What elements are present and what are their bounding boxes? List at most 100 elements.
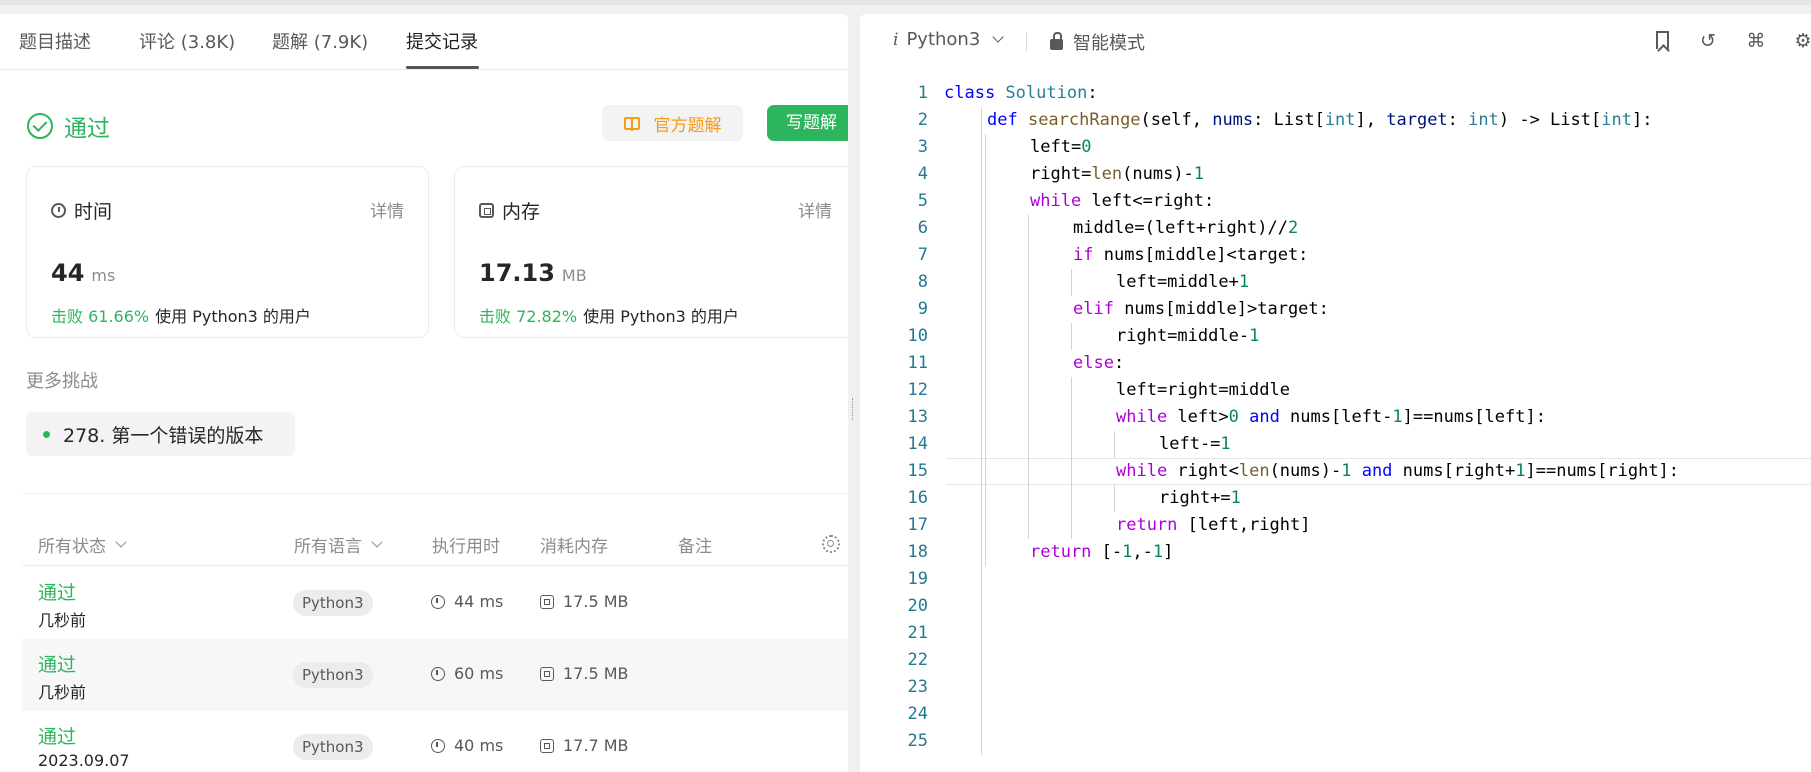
table-row[interactable]: 通过 几秒前 Python3 44 ms 17.5 MB bbox=[22, 567, 848, 639]
tab-bar: 题目描述 评论 (3.8K) 题解 (7.9K) 提交记录 bbox=[0, 14, 848, 70]
memory-header: 消耗内存 bbox=[540, 537, 608, 557]
row-runtime: 44 ms bbox=[431, 592, 503, 611]
code-line[interactable]: 1 class Solution: bbox=[860, 80, 1811, 107]
reset-icon[interactable]: ↺ bbox=[1698, 31, 1718, 51]
editor-toolbar: i Python3 智能模式 ↺ ⌘ ⚙ bbox=[860, 14, 1811, 68]
chip-icon bbox=[540, 666, 554, 681]
drag-handle-icon[interactable] bbox=[852, 398, 855, 420]
code-text: right+=1 bbox=[1159, 488, 1241, 508]
chip-icon bbox=[540, 594, 554, 609]
code-text: elif nums[middle]>target: bbox=[1073, 299, 1329, 319]
code-line[interactable]: 24 bbox=[860, 701, 1811, 728]
memory-detail-link[interactable]: 详情 bbox=[798, 197, 832, 222]
language-filter-label: 所有语言 bbox=[294, 537, 362, 557]
code-line[interactable]: 21 bbox=[860, 620, 1811, 647]
code-line[interactable]: 5 while left<=right: bbox=[860, 188, 1811, 215]
runtime-detail-link[interactable]: 详情 bbox=[370, 197, 404, 222]
indent-guide bbox=[1071, 269, 1072, 296]
row-language-badge: Python3 bbox=[293, 590, 373, 616]
code-text: return [left,right] bbox=[1116, 515, 1311, 535]
submissions-table-header: 所有状态 所有语言 执行用时 消耗内存 备注 bbox=[22, 524, 848, 566]
code-text: while left<=right: bbox=[1030, 191, 1215, 211]
row-runtime: 60 ms bbox=[431, 664, 503, 683]
code-line[interactable]: 13 while left>0 and nums[left-1]==nums[le… bbox=[860, 404, 1811, 431]
code-line[interactable]: 16 right+=1 bbox=[860, 485, 1811, 512]
language-filter[interactable]: 所有语言 bbox=[294, 532, 383, 557]
code-line[interactable]: 18 return [-1,-1] bbox=[860, 539, 1811, 566]
runtime-beat-suffix: 使用 Python3 的用户 bbox=[155, 307, 311, 326]
settings-gear-icon[interactable]: ⚙ bbox=[1793, 31, 1811, 51]
code-line[interactable]: 11 else: bbox=[860, 350, 1811, 377]
code-line[interactable]: 23 bbox=[860, 674, 1811, 701]
line-number: 13 bbox=[907, 407, 928, 427]
row-runtime-value: 40 ms bbox=[454, 736, 504, 755]
code-line[interactable]: 12 left=right=middle bbox=[860, 377, 1811, 404]
status-filter-label: 所有状态 bbox=[38, 537, 106, 557]
line-number: 14 bbox=[907, 434, 928, 454]
code-line[interactable]: 6 middle=(left+right)//2 bbox=[860, 215, 1811, 242]
tab-description[interactable]: 题目描述 bbox=[19, 28, 91, 54]
row-status[interactable]: 通过 bbox=[38, 650, 76, 677]
code-line[interactable]: 25 bbox=[860, 728, 1811, 755]
row-language-badge: Python3 bbox=[293, 662, 373, 688]
official-solution-button[interactable]: 官方题解 bbox=[602, 105, 743, 141]
indent-guide bbox=[1114, 431, 1115, 458]
line-number: 25 bbox=[907, 731, 928, 751]
code-line[interactable]: 8 left=middle+1 bbox=[860, 269, 1811, 296]
runtime-title: 时间 bbox=[51, 197, 112, 224]
code-text: while right<len(nums)-1 and nums[right+1… bbox=[1116, 461, 1680, 481]
code-text: left=middle+1 bbox=[1116, 272, 1250, 292]
code-line[interactable]: 19 bbox=[860, 566, 1811, 593]
gear-icon[interactable] bbox=[822, 535, 840, 553]
code-text: while left>0 and nums[left-1]==nums[left… bbox=[1116, 407, 1546, 427]
write-solution-button[interactable]: 写题解 bbox=[767, 105, 848, 141]
tab-comments[interactable]: 评论 (3.8K) bbox=[139, 28, 235, 54]
row-status[interactable]: 通过 bbox=[38, 578, 76, 605]
tab-solutions[interactable]: 题解 (7.9K) bbox=[272, 28, 368, 54]
line-number: 8 bbox=[917, 272, 928, 292]
code-line[interactable]: 10 right=middle-1 bbox=[860, 323, 1811, 350]
row-time: 几秒前 bbox=[38, 611, 87, 630]
smart-mode-toggle[interactable]: 智能模式 bbox=[1050, 29, 1145, 55]
code-line[interactable]: 4 right=len(nums)-1 bbox=[860, 161, 1811, 188]
chevron-down-icon bbox=[115, 536, 127, 548]
code-line[interactable]: 2 def searchRange(self, nums: List[int], … bbox=[860, 107, 1811, 134]
active-tab-indicator bbox=[406, 66, 479, 69]
line-number: 7 bbox=[917, 245, 928, 265]
runtime-number: 44 bbox=[51, 259, 85, 287]
line-number: 1 bbox=[917, 83, 928, 103]
row-status[interactable]: 通过 bbox=[38, 722, 76, 749]
code-line[interactable]: 3 left=0 bbox=[860, 134, 1811, 161]
line-number: 3 bbox=[917, 137, 928, 157]
challenge-item[interactable]: 278. 第一个错误的版本 bbox=[26, 412, 295, 456]
more-challenges-title: 更多挑战 bbox=[26, 371, 98, 392]
row-memory-value: 17.7 MB bbox=[563, 736, 629, 755]
table-row[interactable]: 通过 2023.09.07 Python3 40 ms 17.7 MB bbox=[22, 711, 848, 772]
code-line[interactable]: 7 if nums[middle]<target: bbox=[860, 242, 1811, 269]
code-line[interactable]: 15 while right<len(nums)-1 and nums[right… bbox=[860, 458, 1811, 485]
bookmark-icon bbox=[1655, 31, 1669, 49]
code-text: else: bbox=[1073, 353, 1125, 373]
line-number: 16 bbox=[907, 488, 928, 508]
tab-submissions[interactable]: 提交记录 bbox=[406, 28, 478, 54]
runtime-title-text: 时间 bbox=[74, 201, 113, 223]
code-line[interactable]: 17 return [left,right] bbox=[860, 512, 1811, 539]
code-text: class Solution: bbox=[944, 83, 1098, 103]
row-memory-value: 17.5 MB bbox=[563, 592, 629, 611]
table-row[interactable]: 通过 几秒前 Python3 60 ms 17.5 MB bbox=[22, 639, 848, 711]
status-filter[interactable]: 所有状态 bbox=[38, 532, 127, 557]
info-icon: i bbox=[893, 29, 899, 50]
code-line[interactable]: 22 bbox=[860, 647, 1811, 674]
bookmark-button[interactable] bbox=[1652, 31, 1672, 51]
difficulty-dot bbox=[43, 430, 50, 438]
language-selector[interactable]: i Python3 bbox=[893, 29, 1004, 50]
code-line[interactable]: 20 bbox=[860, 593, 1811, 620]
code-line[interactable]: 9 elif nums[middle]>target: bbox=[860, 296, 1811, 323]
code-line[interactable]: 14 left-=1 bbox=[860, 431, 1811, 458]
panel-splitter[interactable] bbox=[848, 14, 860, 772]
smart-mode-label: 智能模式 bbox=[1073, 33, 1145, 54]
code-editor[interactable]: 1 class Solution: 2 def searchRange(self, n… bbox=[860, 80, 1811, 772]
line-number: 20 bbox=[907, 596, 928, 616]
challenge-item-label: 278. 第一个错误的版本 bbox=[63, 424, 264, 447]
command-icon[interactable]: ⌘ bbox=[1746, 31, 1766, 51]
